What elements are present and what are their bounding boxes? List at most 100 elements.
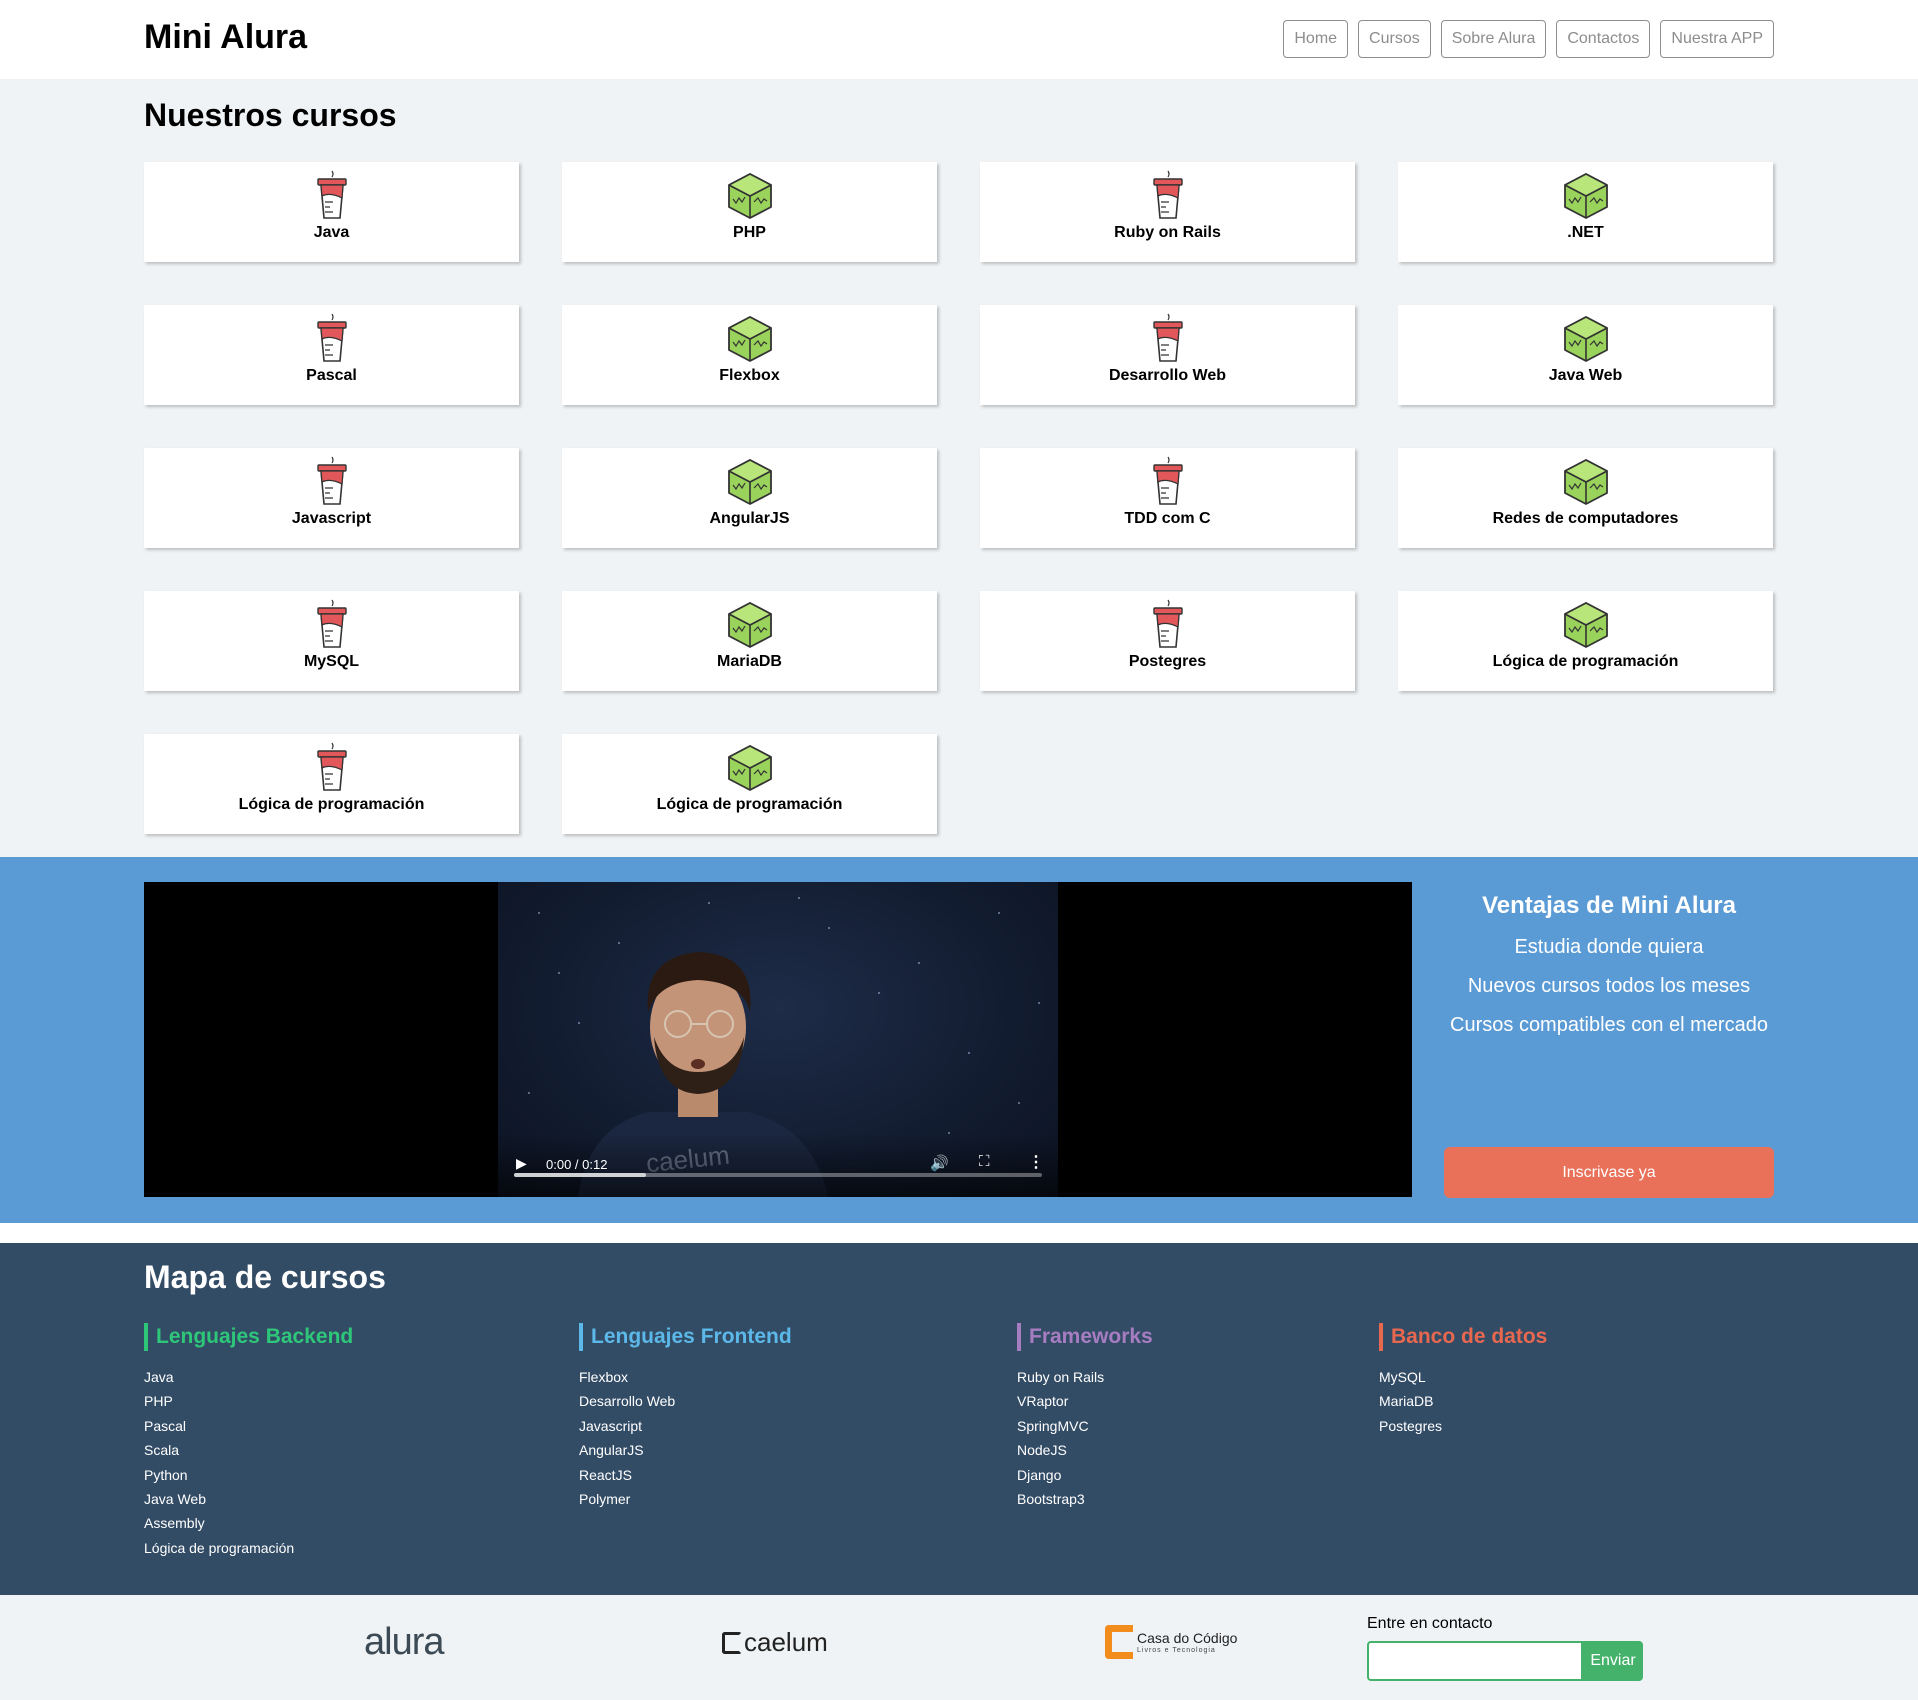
cube-icon xyxy=(727,170,773,222)
map-course-link[interactable]: PHP xyxy=(144,1389,353,1413)
course-label: MariaDB xyxy=(717,653,782,670)
course-label: .NET xyxy=(1567,224,1604,241)
course-card[interactable]: AngularJS xyxy=(562,448,937,548)
nav-home[interactable]: Home xyxy=(1283,20,1349,58)
course-card[interactable]: Lógica de programación xyxy=(144,734,519,834)
course-card[interactable]: PHP xyxy=(562,162,937,262)
cube-icon xyxy=(1563,313,1609,365)
enroll-button[interactable]: Inscrivase ya xyxy=(1444,1147,1774,1198)
course-label: Flexbox xyxy=(719,367,780,384)
map-title: Mapa de cursos xyxy=(144,1259,386,1295)
map-column-title: Lenguajes Frontend xyxy=(579,1323,792,1351)
star xyxy=(708,902,710,904)
map-course-link[interactable]: SpringMVC xyxy=(1017,1414,1153,1438)
course-card[interactable]: .NET xyxy=(1398,162,1773,262)
star xyxy=(528,1092,530,1094)
map-course-list: Java PHP Pascal Scala Python Java Web Assembly… xyxy=(144,1365,353,1560)
volume-icon[interactable]: 🔊 xyxy=(930,1154,949,1172)
contact-email-input[interactable] xyxy=(1367,1641,1583,1681)
course-card[interactable]: Postegres xyxy=(980,591,1355,691)
alura-logo[interactable]: alura xyxy=(364,1621,444,1664)
cube-icon xyxy=(1563,456,1609,508)
nav-contactos[interactable]: Contactos xyxy=(1556,20,1651,58)
video-progress-bar[interactable] xyxy=(514,1173,1042,1177)
video-player[interactable]: caelum ▶ 0:00 / 0:12 🔊 ⛶ ⋮ xyxy=(144,882,1412,1197)
casa-do-codigo-logo[interactable]: Casa do Código Livros e Tecnologia xyxy=(1105,1625,1237,1659)
course-card[interactable]: Desarrollo Web xyxy=(980,305,1355,405)
caelum-logo[interactable]: caelum xyxy=(722,1627,828,1658)
map-course-link[interactable]: Polymer xyxy=(579,1487,792,1511)
course-card[interactable]: Ruby on Rails xyxy=(980,162,1355,262)
map-course-link[interactable]: Desarrollo Web xyxy=(579,1389,792,1413)
course-card[interactable]: Java xyxy=(144,162,519,262)
course-card[interactable]: Pascal xyxy=(144,305,519,405)
map-course-list: Ruby on Rails VRaptor SpringMVC NodeJS Djang… xyxy=(1017,1365,1153,1511)
video-controls: ▶ 0:00 / 0:12 🔊 ⛶ ⋮ xyxy=(498,1133,1058,1197)
map-course-link[interactable]: Scala xyxy=(144,1438,353,1462)
cup-icon xyxy=(309,170,355,222)
map-course-link[interactable]: VRaptor xyxy=(1017,1389,1153,1413)
casa-do-codigo-text: Casa do Código Livros e Tecnologia xyxy=(1137,1631,1237,1654)
course-card[interactable]: TDD com C xyxy=(980,448,1355,548)
alura-logo-text: alura xyxy=(364,1621,444,1663)
map-course-link[interactable]: AngularJS xyxy=(579,1438,792,1462)
map-course-link[interactable]: Java xyxy=(144,1365,353,1389)
site-logo[interactable]: Mini Alura xyxy=(144,18,307,57)
map-course-link[interactable]: Django xyxy=(1017,1463,1153,1487)
course-card[interactable]: Java Web xyxy=(1398,305,1773,405)
course-label: AngularJS xyxy=(709,510,790,527)
header: Mini Alura Home Cursos Sobre Alura Conta… xyxy=(0,0,1918,79)
star xyxy=(998,912,1000,914)
map-course-link[interactable]: MariaDB xyxy=(1379,1389,1547,1413)
map-course-link[interactable]: MySQL xyxy=(1379,1365,1547,1389)
casa-do-codigo-title: Casa do Código xyxy=(1137,1629,1238,1646)
course-card[interactable]: Redes de computadores xyxy=(1398,448,1773,548)
map-course-link[interactable]: Python xyxy=(144,1463,353,1487)
video-time: 0:00 / 0:12 xyxy=(546,1157,608,1172)
map-course-link[interactable]: Assembly xyxy=(144,1511,353,1535)
course-label: Java Web xyxy=(1548,367,1623,384)
map-course-link[interactable]: Ruby on Rails xyxy=(1017,1365,1153,1389)
cube-icon xyxy=(727,742,773,794)
more-options-icon[interactable]: ⋮ xyxy=(1028,1152,1044,1172)
map-course-link[interactable]: ReactJS xyxy=(579,1463,792,1487)
course-card[interactable]: Flexbox xyxy=(562,305,937,405)
map-course-list: MySQL MariaDB Postegres xyxy=(1379,1365,1547,1438)
play-icon[interactable]: ▶ xyxy=(516,1155,527,1172)
map-course-link[interactable]: Bootstrap3 xyxy=(1017,1487,1153,1511)
star xyxy=(1038,1002,1040,1004)
course-label: PHP xyxy=(733,224,766,241)
nav-sobre-alura[interactable]: Sobre Alura xyxy=(1440,20,1547,58)
advantages-panel: Ventajas de Mini Alura Estudia donde qui… xyxy=(1444,882,1774,1037)
casa-do-codigo-subtitle: Livros e Tecnologia xyxy=(1137,1646,1216,1654)
courses-section: Nuestros cursos Java PHP Ruby on Rails .NET… xyxy=(0,79,1918,857)
fullscreen-icon[interactable]: ⛶ xyxy=(979,1153,990,1170)
course-card[interactable]: MariaDB xyxy=(562,591,937,691)
nav-cursos[interactable]: Cursos xyxy=(1358,20,1431,58)
nav-nuestra-app[interactable]: Nuestra APP xyxy=(1660,20,1774,58)
casa-do-codigo-icon xyxy=(1105,1625,1133,1659)
map-course-link[interactable]: Pascal xyxy=(144,1414,353,1438)
map-course-link[interactable]: Flexbox xyxy=(579,1365,792,1389)
map-course-link[interactable]: Java Web xyxy=(144,1487,353,1511)
course-card[interactable]: MySQL xyxy=(144,591,519,691)
cup-icon xyxy=(1145,170,1191,222)
course-label: Pascal xyxy=(306,367,357,384)
course-label: Lógica de programación xyxy=(656,796,843,813)
cup-icon xyxy=(309,742,355,794)
map-course-link[interactable]: NodeJS xyxy=(1017,1438,1153,1462)
star xyxy=(918,962,920,964)
map-course-link[interactable]: Javascript xyxy=(579,1414,792,1438)
course-card[interactable]: Lógica de programación xyxy=(1398,591,1773,691)
course-card[interactable]: Lógica de programación xyxy=(562,734,937,834)
send-button[interactable]: Enviar xyxy=(1583,1641,1643,1681)
cup-icon xyxy=(1145,599,1191,651)
video-frame[interactable]: caelum ▶ 0:00 / 0:12 🔊 ⛶ ⋮ xyxy=(498,882,1058,1197)
course-label: Java xyxy=(313,224,350,241)
contact-label: Entre en contacto xyxy=(1367,1615,1493,1632)
map-course-link[interactable]: Postegres xyxy=(1379,1414,1547,1438)
star xyxy=(798,897,800,899)
course-card[interactable]: Javascript xyxy=(144,448,519,548)
course-map: Mapa de cursos Lenguajes Backend Java PHP P… xyxy=(0,1243,1918,1595)
map-course-link[interactable]: Lógica de programación xyxy=(144,1536,353,1560)
